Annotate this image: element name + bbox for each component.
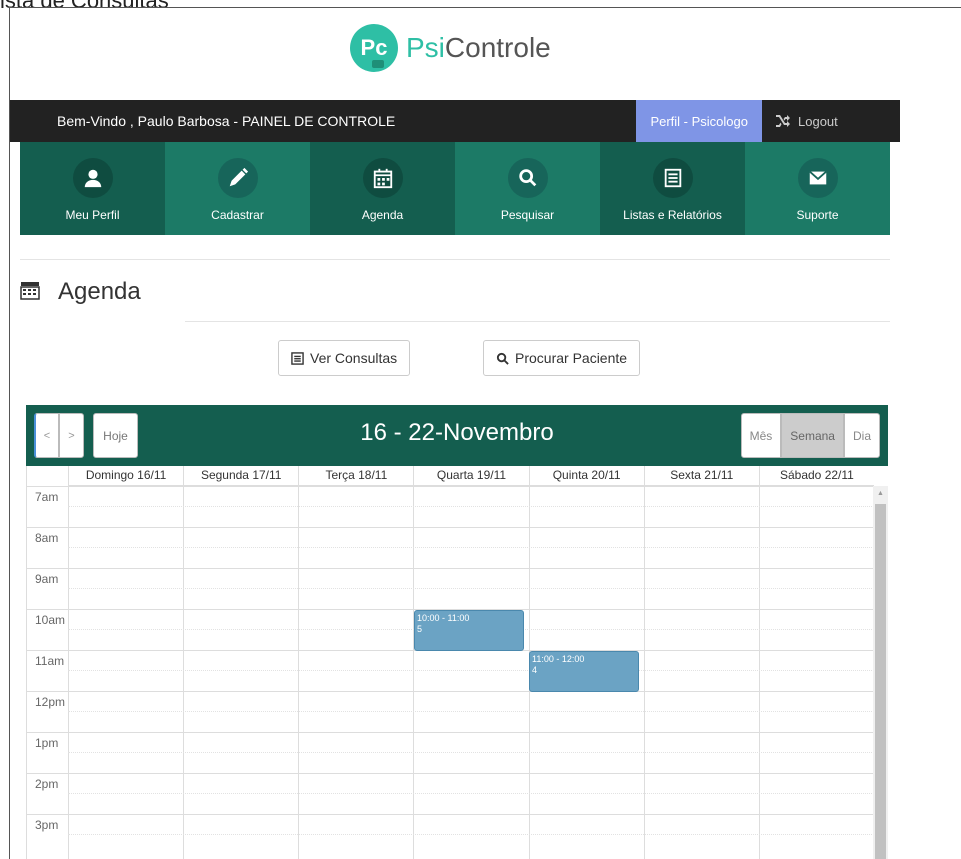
hour-label: 7am: [35, 490, 59, 504]
view-month-button[interactable]: Mês: [740, 413, 782, 458]
hour-row: 7am: [27, 486, 874, 527]
event-title: 4: [532, 665, 538, 675]
list-icon: [652, 158, 693, 198]
hour-label: 10am: [35, 613, 66, 627]
calendar-mini-icon: [372, 60, 384, 68]
day-header: Sábado 22/11: [758, 466, 874, 485]
event-time: 10:00 - 11:00: [417, 613, 470, 623]
calendar: < > Hoje 16 - 22-Novembro Mês Semana Dia…: [26, 405, 888, 859]
nav-suporte[interactable]: Suporte: [745, 142, 890, 235]
divider: [185, 321, 890, 322]
calendar-body: Domingo 16/11 Segunda 17/11 Terça 18/11 …: [26, 466, 888, 859]
event-title: 5: [417, 624, 423, 634]
nav-label: Pesquisar: [500, 208, 555, 222]
hour-row: 8am: [27, 527, 874, 568]
brand-logo-text: Pc: [360, 35, 388, 60]
hour-row: 3pm: [27, 814, 874, 855]
hour-label: 12pm: [35, 695, 66, 709]
view-day-button[interactable]: Dia: [843, 413, 880, 458]
day-header: Quarta 19/11: [413, 466, 528, 485]
hour-row: 12pm: [27, 691, 874, 732]
nav-pesquisar[interactable]: Pesquisar: [455, 142, 600, 235]
user-icon: [72, 158, 113, 198]
logout-button[interactable]: Logout: [762, 100, 900, 142]
brand-name-light: Psi: [406, 32, 445, 63]
day-header: Domingo 16/11: [68, 466, 183, 485]
hour-row: 2pm: [27, 773, 874, 814]
hour-row: 9am: [27, 568, 874, 609]
shuffle-icon: [776, 115, 790, 127]
scrollbar-thumb[interactable]: [875, 504, 886, 859]
brand-name-bold: Controle: [444, 32, 551, 63]
day-header: Segunda 17/11: [183, 466, 298, 485]
logout-label: Logout: [798, 113, 838, 129]
calendar-icon: [20, 280, 40, 305]
top-bar: Bem-Vindo , Paulo Barbosa - PAINEL DE CO…: [10, 100, 900, 142]
page-title: Agenda: [20, 278, 141, 306]
nav-label: Agenda: [361, 208, 404, 222]
calendar-icon: [362, 158, 403, 198]
welcome-text: Bem-Vindo , Paulo Barbosa - PAINEL DE CO…: [57, 113, 396, 129]
event-time: 11:00 - 12:00: [532, 654, 585, 664]
nav-listas-relatorios[interactable]: Listas e Relatórios: [600, 142, 745, 235]
nav-label: Suporte: [796, 208, 839, 222]
view-switcher: Mês Semana Dia: [740, 413, 880, 458]
nav-meu-perfil[interactable]: Meu Perfil: [20, 142, 165, 235]
time-grid[interactable]: 7am 8am 9am 10am 11am 12pm 1pm 2pm 3pm 1…: [27, 486, 874, 859]
ver-consultas-button[interactable]: Ver Consultas: [278, 340, 411, 376]
calendar-event[interactable]: 10:00 - 11:00 5: [414, 610, 524, 651]
nav-cadastrar[interactable]: Cadastrar: [165, 142, 310, 235]
list-icon: [291, 351, 304, 365]
view-week-button[interactable]: Semana: [781, 413, 844, 458]
hour-row: 11am: [27, 650, 874, 691]
envelope-icon: [797, 158, 838, 198]
search-icon: [496, 352, 509, 365]
day-header: Quinta 20/11: [528, 466, 644, 485]
nav-label: Listas e Relatórios: [623, 208, 722, 222]
day-headers: Domingo 16/11 Segunda 17/11 Terça 18/11 …: [68, 466, 874, 486]
calendar-event[interactable]: 11:00 - 12:00 4: [529, 651, 639, 692]
hour-label: 8am: [35, 531, 59, 545]
app-frame: Pc PsiControle Bem-Vindo , Paulo Barbosa…: [9, 7, 961, 859]
hour-label: 11am: [35, 654, 65, 668]
divider: [20, 259, 890, 260]
hour-label: 9am: [35, 572, 59, 586]
page-heading: Agenda: [58, 278, 141, 305]
ver-consultas-label: Ver Consultas: [310, 350, 398, 366]
hour-label: 3pm: [35, 818, 59, 832]
procurar-paciente-label: Procurar Paciente: [515, 350, 628, 366]
hour-row: 1pm: [27, 732, 874, 773]
pencil-icon: [217, 158, 258, 198]
nav-agenda[interactable]: Agenda: [310, 142, 455, 235]
brand-name: PsiControle: [406, 32, 551, 64]
perfil-button[interactable]: Perfil - Psicologo: [636, 100, 762, 142]
nav-label: Cadastrar: [211, 208, 264, 222]
scroll-up-icon[interactable]: ▲: [877, 490, 884, 497]
brand[interactable]: Pc PsiControle: [350, 24, 551, 72]
calendar-scrollbar[interactable]: ▲: [873, 486, 888, 859]
nav-label: Meu Perfil: [65, 208, 120, 222]
day-header: Sexta 21/11: [643, 466, 759, 485]
search-icon: [507, 158, 548, 198]
calendar-header: < > Hoje 16 - 22-Novembro Mês Semana Dia: [26, 405, 888, 466]
hour-label: 1pm: [35, 736, 59, 750]
procurar-paciente-button[interactable]: Procurar Paciente: [483, 340, 641, 376]
hour-label: 2pm: [35, 777, 59, 791]
day-header: Terça 18/11: [298, 466, 413, 485]
brand-logo: Pc: [350, 24, 398, 72]
main-nav: Meu Perfil Cadastrar Agenda Pesquisar Li…: [20, 142, 890, 235]
